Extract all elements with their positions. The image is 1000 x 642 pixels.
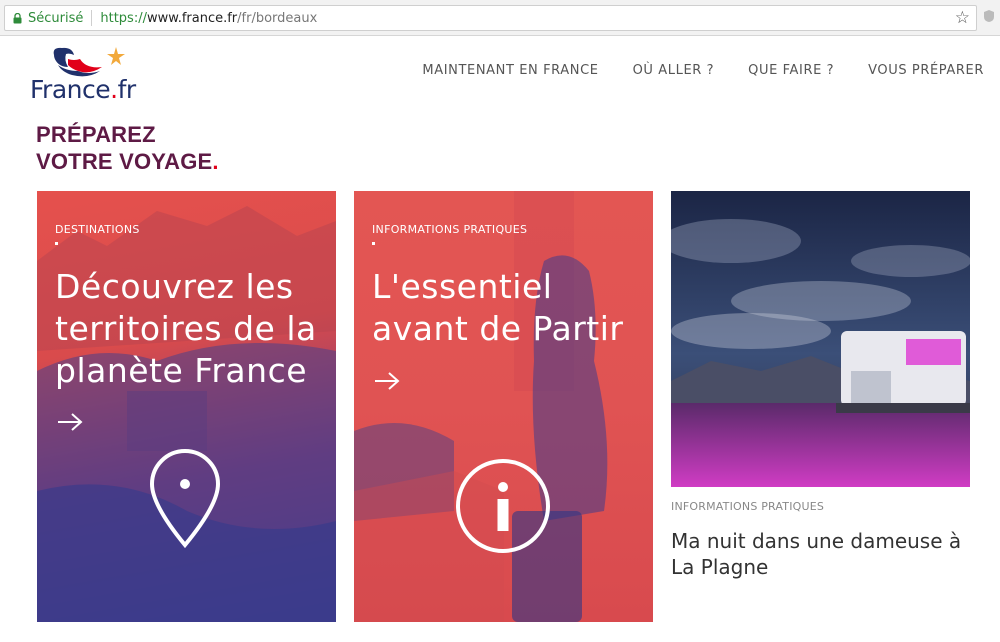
arrow-right-icon[interactable] — [57, 412, 83, 432]
card-destinations[interactable]: DESTINATIONS Découvrez les territoires d… — [37, 191, 336, 622]
card-heading[interactable]: Découvrez les territoires de la planète … — [55, 266, 330, 392]
nav-item-maintenant-en-france[interactable]: MAINTENANT EN FRANCE — [422, 63, 598, 78]
card-heading[interactable]: L'essentiel avant de Partir — [372, 266, 647, 350]
landscape-photo — [37, 206, 336, 622]
category-marker — [55, 242, 58, 245]
extension-icon[interactable] — [982, 9, 996, 23]
arrow-right-icon[interactable] — [374, 371, 400, 391]
page-title: PRÉPAREZ VOTRE VOYAGE. — [36, 122, 219, 174]
address-bar[interactable]: Sécurisé https:// www.france.fr /fr/bord… — [4, 5, 977, 31]
nav-item-que-faire[interactable]: QUE FAIRE ? — [748, 63, 834, 78]
url-host: www.france.fr — [146, 10, 238, 26]
page-title-line1: PRÉPAREZ — [36, 122, 156, 147]
card-heading[interactable]: Ma nuit dans une dameuse à La Plagne — [671, 528, 981, 580]
traveler-photo — [354, 191, 608, 622]
card-category: DESTINATIONS — [55, 223, 140, 236]
logo-wordmark: France.fr — [30, 75, 136, 104]
category-marker — [372, 242, 375, 245]
card-informations-pratiques[interactable]: INFORMATIONS PRATIQUES L'essentiel avant… — [354, 191, 653, 622]
url-separator — [91, 10, 93, 26]
lock-icon — [13, 12, 22, 23]
info-icon — [456, 459, 550, 553]
night-sky-scene — [671, 191, 970, 487]
main-navigation: MAINTENANT EN FRANCE OÙ ALLER ? QUE FAIR… — [422, 63, 984, 78]
map-pin-icon — [149, 449, 221, 549]
snowcat-night-photo[interactable] — [671, 191, 970, 487]
bookmark-star-icon[interactable]: ☆ — [955, 8, 970, 28]
marianne-logo-icon — [53, 47, 125, 77]
site-logo[interactable]: France.fr — [30, 45, 140, 105]
nav-item-vous-preparer[interactable]: VOUS PRÉPARER — [868, 63, 984, 78]
card-category: INFORMATIONS PRATIQUES — [671, 500, 825, 513]
card-category: INFORMATIONS PRATIQUES — [372, 223, 528, 236]
url-scheme: https:// — [100, 10, 147, 26]
secure-label: Sécurisé — [28, 10, 84, 26]
nav-item-ou-aller[interactable]: OÙ ALLER ? — [633, 63, 715, 78]
page-title-line2: VOTRE VOYAGE — [36, 149, 213, 174]
browser-toolbar: Sécurisé https:// www.france.fr /fr/bord… — [0, 0, 1000, 36]
url-path: /fr/bordeaux — [237, 10, 318, 26]
